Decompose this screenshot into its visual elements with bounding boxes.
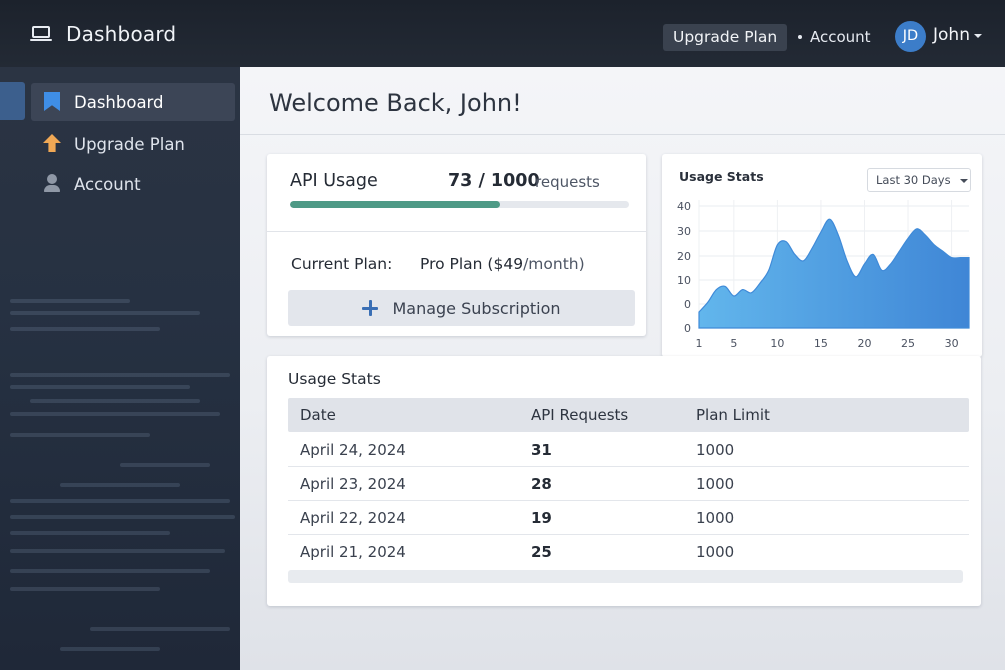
sidebar-item-dashboard[interactable]: Dashboard [31, 83, 235, 121]
sidebar-item-label: Upgrade Plan [74, 134, 185, 154]
arrow-up-icon [42, 134, 62, 154]
sidebar-item-label: Account [74, 174, 141, 194]
account-link[interactable]: Account [798, 28, 871, 46]
x-tick-label: 10 [770, 337, 784, 350]
cell-api-requests: 31 [531, 441, 552, 459]
cell-plan-limit: 1000 [696, 543, 735, 561]
y-tick-label: 0 [684, 322, 691, 335]
divider [240, 134, 1005, 135]
plus-icon [362, 300, 379, 316]
current-plan-label: Current Plan: [291, 255, 393, 273]
sidebar: Dashboard Upgrade Plan Account [0, 67, 240, 670]
api-usage-progress-fill [290, 201, 501, 208]
x-tick-label: 1 [696, 337, 703, 350]
api-usage-progress-bar [290, 201, 629, 208]
column-header-api-requests[interactable]: API Requests [531, 406, 628, 424]
current-plan-name: Pro Plan ($49 [420, 255, 524, 273]
usage-stats-chart-card: 0 0 10 20 30 40 1 5 10 15 20 25 30 Usage Stats Last … [662, 154, 982, 357]
sidebar-item-account[interactable]: Account [31, 165, 235, 203]
cell-date: April 21, 2024 [300, 543, 406, 561]
cell-api-requests: 28 [531, 475, 552, 493]
api-usage-unit: requests [535, 173, 600, 191]
chart-title: Usage Stats [679, 169, 764, 184]
avatar[interactable]: JD [895, 21, 926, 52]
x-tick-label: 30 [945, 337, 959, 350]
date-range-value: Last 30 Days [876, 173, 951, 187]
cell-plan-limit: 1000 [696, 441, 735, 459]
table-row: April 21, 2024 25 1000 [288, 535, 969, 569]
active-edge-marker [0, 82, 25, 120]
user-name: John [933, 25, 970, 45]
bookmark-icon [42, 92, 62, 112]
cell-date: April 22, 2024 [300, 509, 406, 527]
date-range-select[interactable]: Last 30 Days [867, 168, 971, 192]
y-tick-label: 40 [677, 200, 691, 213]
table-title: Usage Stats [288, 370, 381, 388]
laptop-icon [30, 26, 52, 42]
divider [267, 231, 646, 232]
cell-date: April 24, 2024 [300, 441, 406, 459]
y-tick-label: 0 [684, 298, 691, 311]
manage-subscription-button[interactable]: Manage Subscription [288, 290, 635, 326]
current-plan-period: /month) [523, 255, 585, 273]
table-header: Date API Requests Plan Limit [288, 398, 969, 432]
page-title: Welcome Back, John! [269, 89, 522, 117]
user-icon [42, 174, 62, 194]
cell-date: April 23, 2024 [300, 475, 406, 493]
y-tick-label: 10 [677, 274, 691, 287]
chevron-down-icon [973, 34, 982, 38]
api-usage-count: 73 / 1000 [448, 171, 540, 191]
sidebar-background-decoration [0, 287, 240, 670]
x-tick-label: 15 [814, 337, 828, 350]
cell-api-requests: 25 [531, 543, 552, 561]
cell-plan-limit: 1000 [696, 509, 735, 527]
main-content: Welcome Back, John! API Usage 73 / 1000 … [240, 67, 1005, 670]
account-link-label: Account [810, 28, 871, 46]
usage-area-series [698, 218, 970, 329]
chevron-down-icon [959, 179, 968, 183]
table-horizontal-scrollbar[interactable] [288, 570, 963, 583]
x-tick-label: 20 [857, 337, 871, 350]
upgrade-plan-button[interactable]: Upgrade Plan [663, 24, 788, 51]
column-header-plan-limit[interactable]: Plan Limit [696, 406, 770, 424]
table-row: April 23, 2024 28 1000 [288, 467, 969, 501]
cell-api-requests: 19 [531, 509, 552, 527]
brand-title: Dashboard [66, 22, 177, 46]
bullet-icon [798, 35, 802, 39]
manage-subscription-label: Manage Subscription [392, 298, 561, 318]
y-tick-label: 30 [677, 225, 691, 238]
usage-stats-table-card: Usage Stats Date API Requests Plan Limit… [267, 356, 981, 606]
current-plan-value: Pro Plan ($49/month) [420, 255, 585, 273]
x-tick-label: 5 [730, 337, 737, 350]
api-usage-card: API Usage 73 / 1000 requests Current Pla… [267, 154, 646, 336]
cell-plan-limit: 1000 [696, 475, 735, 493]
brand[interactable]: Dashboard [30, 22, 176, 46]
y-tick-label: 20 [677, 250, 691, 263]
sidebar-item-upgrade-plan[interactable]: Upgrade Plan [31, 125, 235, 163]
table-row: April 22, 2024 19 1000 [288, 501, 969, 535]
x-tick-label: 25 [901, 337, 915, 350]
top-bar: Dashboard Upgrade Plan Account JD John [0, 0, 1005, 67]
column-header-date[interactable]: Date [300, 406, 336, 424]
table-row: April 24, 2024 31 1000 [288, 433, 969, 467]
sidebar-item-label: Dashboard [74, 92, 164, 112]
user-menu[interactable]: John [933, 25, 982, 45]
api-usage-label: API Usage [290, 171, 378, 191]
